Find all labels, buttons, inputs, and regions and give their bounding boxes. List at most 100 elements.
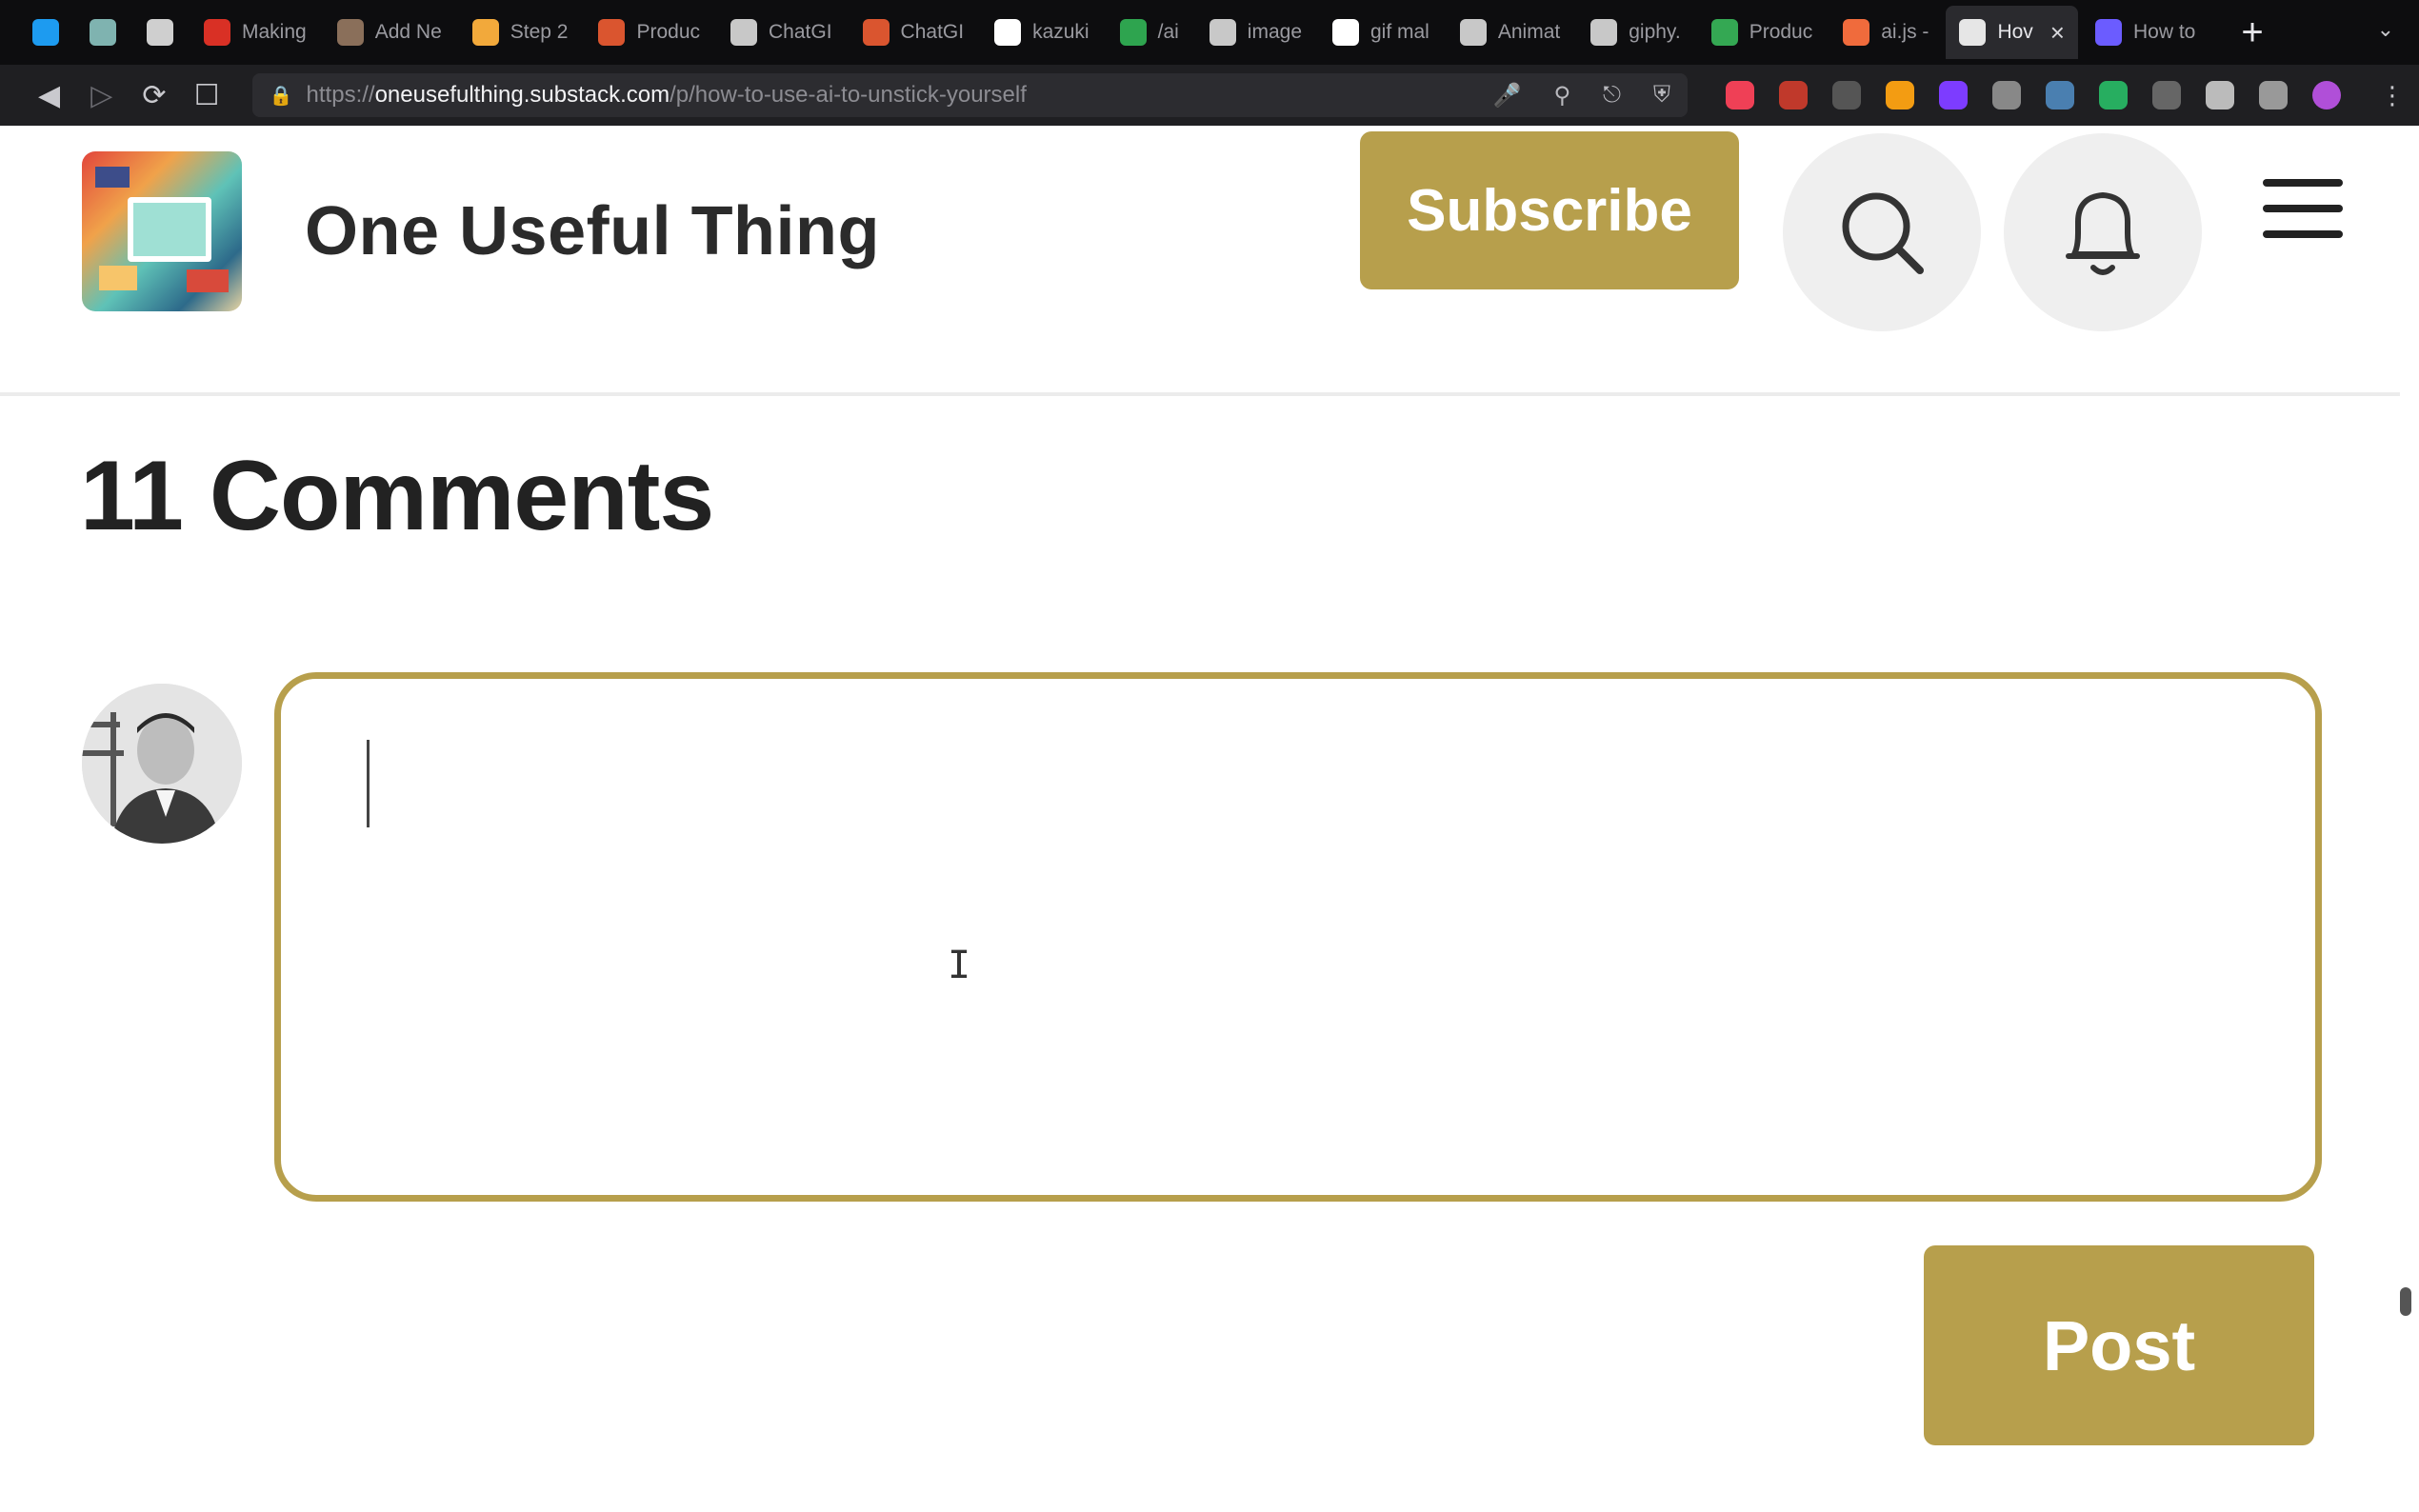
- browser-tab[interactable]: Add Ne: [324, 6, 455, 59]
- image-icon: [336, 19, 364, 46]
- tab-label: /ai: [1157, 21, 1179, 43]
- doc-icon: [1590, 19, 1618, 46]
- browser-tab[interactable]: Hov ×: [1946, 6, 2078, 59]
- browser-tab[interactable]: image: [1196, 6, 1315, 59]
- globe-icon: [1209, 19, 1236, 46]
- logo-shape: [187, 269, 229, 292]
- sheet-icon: [1119, 19, 1147, 46]
- hamburger-menu-icon[interactable]: [2263, 179, 2343, 240]
- text-cursor-icon: I: [948, 944, 971, 987]
- menu-line: [2263, 205, 2343, 212]
- browser-menu-icon[interactable]: ⋮: [2366, 81, 2419, 110]
- twitter-icon: [32, 19, 59, 46]
- url-host: oneusefulthing.substack.com: [374, 82, 670, 108]
- bookmark-icon[interactable]: ☐: [180, 79, 232, 112]
- browser-tab[interactable]: kazuki: [981, 6, 1103, 59]
- extension-icon[interactable]: [2099, 81, 2129, 109]
- brave-shield-icon[interactable]: ⛨: [1653, 82, 1670, 109]
- tab-label: Hov: [1997, 21, 2033, 43]
- bell-icon: [2066, 192, 2140, 275]
- drive-icon: [1710, 19, 1738, 46]
- browser-tab[interactable]: Making: [190, 6, 320, 59]
- google-icon: [1332, 19, 1359, 46]
- comments-heading: 11 Comments: [80, 441, 714, 551]
- producthunt-icon: [862, 19, 890, 46]
- back-icon[interactable]: ◀: [23, 79, 75, 112]
- browser-tab[interactable]: gif mal: [1319, 6, 1443, 59]
- reading-list-icon[interactable]: [2259, 81, 2289, 109]
- menu-line: [2263, 230, 2343, 238]
- tab-label: ChatGI: [900, 21, 965, 43]
- gear-icon: [2094, 19, 2122, 46]
- producthunt-icon: [598, 19, 626, 46]
- new-tab-icon[interactable]: +: [2241, 11, 2263, 54]
- browser-tab[interactable]: [19, 6, 72, 59]
- profile-avatar-icon[interactable]: [2312, 81, 2342, 109]
- browser-tab[interactable]: [133, 6, 187, 59]
- browser-tab[interactable]: ai.js -: [1829, 6, 1942, 59]
- microphone-icon[interactable]: 🎤: [1493, 82, 1522, 109]
- tab-label: How to: [2132, 21, 2196, 43]
- comment-input[interactable]: [319, 717, 2275, 1159]
- site-title[interactable]: One Useful Thing: [305, 192, 880, 270]
- chatgpt-icon: [730, 19, 758, 46]
- scrollbar-thumb[interactable]: [2400, 1287, 2411, 1316]
- subscribe-button[interactable]: Subscribe: [1360, 131, 1739, 289]
- doc-icon: [1459, 19, 1487, 46]
- reload-icon[interactable]: ⟳: [128, 79, 180, 112]
- browser-tab-bar: Making Add Ne Step 2 Produc ChatGI ChatGI kazu…: [0, 0, 2419, 65]
- page-content: One Useful Thing Subscribe 11 Comments I…: [0, 126, 2419, 1512]
- browser-tab[interactable]: Step 2: [459, 6, 582, 59]
- browser-tab[interactable]: Animat: [1447, 6, 1573, 59]
- extension-icon[interactable]: [2046, 81, 2075, 109]
- browser-tab[interactable]: How to: [2082, 6, 2209, 59]
- header-divider: [0, 392, 2400, 396]
- tab-label: ChatGI: [769, 21, 832, 43]
- browser-tab[interactable]: Produc: [1698, 6, 1827, 59]
- tab-label: giphy.: [1629, 21, 1681, 43]
- bookmark-icon: [147, 19, 173, 46]
- extension-icon[interactable]: [1886, 81, 1915, 109]
- browser-tab[interactable]: /ai: [1107, 6, 1192, 59]
- extension-icon[interactable]: [1779, 81, 1809, 109]
- extension-icon[interactable]: [2152, 81, 2182, 109]
- forward-icon[interactable]: ▷: [75, 79, 128, 112]
- logo-shape: [99, 266, 137, 290]
- tab-label: Add Ne: [374, 21, 442, 43]
- tab-label: ai.js -: [1881, 21, 1929, 43]
- tab-label: image: [1247, 21, 1302, 43]
- url-scheme: https://: [306, 82, 375, 108]
- browser-tab[interactable]: Produc: [585, 6, 713, 59]
- close-tab-icon[interactable]: ×: [2050, 18, 2065, 48]
- rainbow-icon: [471, 19, 499, 46]
- tab-label: Step 2: [510, 21, 569, 43]
- user-avatar[interactable]: [82, 684, 242, 844]
- tab-label: Produc: [636, 21, 701, 43]
- github-icon: [994, 19, 1022, 46]
- puzzle-icon[interactable]: [2206, 81, 2235, 109]
- address-bar[interactable]: 🔒 https://oneusefulthing.substack.com/p/…: [251, 73, 1689, 117]
- search-button[interactable]: [1783, 133, 1981, 331]
- extension-icon[interactable]: [1992, 81, 2022, 109]
- pocket-icon[interactable]: [1726, 81, 1755, 109]
- browser-tab[interactable]: giphy.: [1577, 6, 1693, 59]
- tab-list-chevron-icon[interactable]: ⌄: [2377, 17, 2394, 42]
- share-icon[interactable]: ⎋: [1603, 82, 1621, 109]
- zoom-icon[interactable]: ⚲: [1553, 82, 1570, 109]
- tab-label: Produc: [1749, 21, 1813, 43]
- extension-icon[interactable]: [1939, 81, 1969, 109]
- browser-tab[interactable]: ChatGI: [717, 6, 846, 59]
- text-caret: [367, 740, 370, 827]
- tab-label: Making: [242, 21, 307, 43]
- notifications-button[interactable]: [2004, 133, 2202, 331]
- post-button[interactable]: Post: [1924, 1245, 2314, 1445]
- browser-tab[interactable]: ChatGI: [850, 6, 978, 59]
- browser-tab[interactable]: [76, 6, 130, 59]
- lock-icon: 🔒: [269, 85, 293, 107]
- menu-line: [2263, 179, 2343, 187]
- url-path: /p/how-to-use-ai-to-unstick-yourself: [670, 82, 1027, 108]
- site-logo[interactable]: [82, 151, 242, 311]
- gmail-icon: [204, 19, 230, 46]
- logo-shape: [95, 167, 130, 188]
- extension-icon[interactable]: [1832, 81, 1862, 109]
